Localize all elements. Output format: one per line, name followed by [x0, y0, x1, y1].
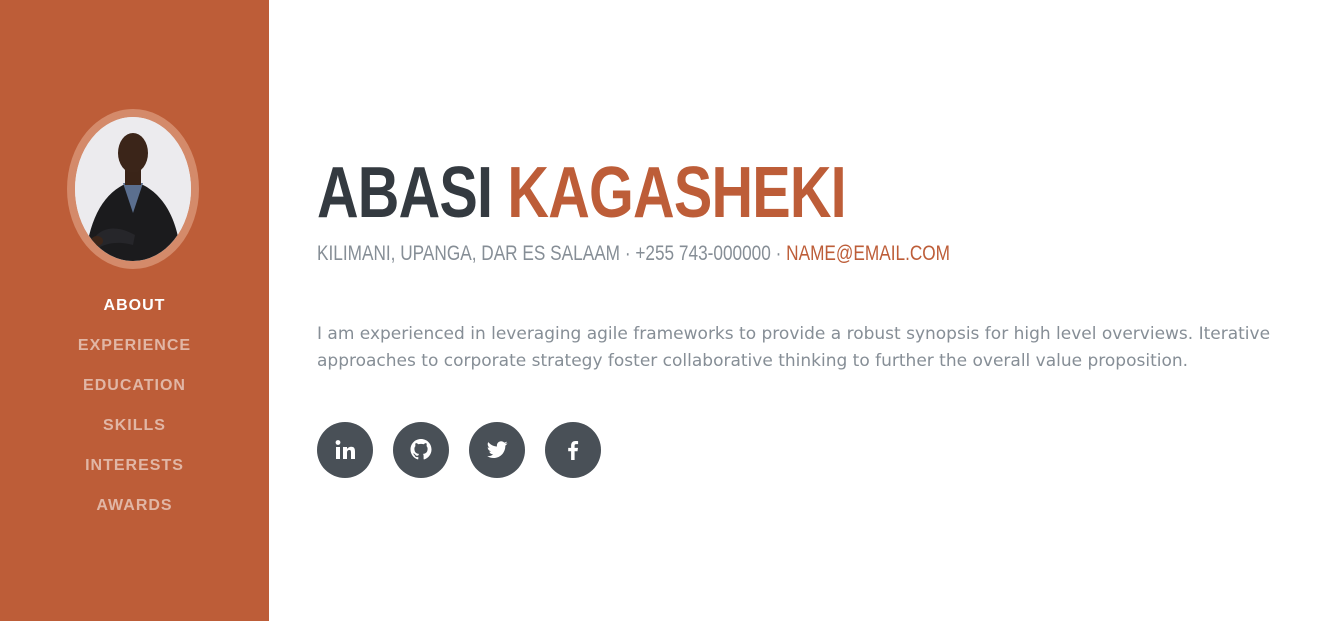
- address: KILIMANI, UPANGA, DAR ES SALAAM: [317, 242, 621, 265]
- nav-awards[interactable]: AWARDS: [96, 497, 172, 514]
- github-icon: [410, 439, 432, 460]
- facebook-button[interactable]: [545, 422, 601, 478]
- contact-line: KILIMANI, UPANGA, DAR ES SALAAM · +255 7…: [317, 241, 950, 267]
- twitter-icon: [487, 441, 508, 458]
- nav-interests[interactable]: INTERESTS: [85, 457, 184, 474]
- full-name: ABASI KAGASHEKI: [317, 150, 847, 236]
- sidebar-nav: ABOUT EXPERIENCE EDUCATION SKILLS INTERE…: [0, 292, 269, 532]
- avatar-ring: [67, 109, 199, 269]
- contact-separator: ·: [620, 242, 636, 265]
- nav-experience[interactable]: EXPERIENCE: [78, 337, 191, 354]
- bio-text: I am experienced in leveraging agile fra…: [317, 324, 1271, 371]
- first-name: ABASI: [317, 153, 493, 233]
- nav-education[interactable]: EDUCATION: [83, 377, 186, 394]
- avatar-photo: [75, 117, 191, 261]
- last-name: KAGASHEKI: [507, 153, 846, 233]
- twitter-button[interactable]: [469, 422, 525, 478]
- linkedin-button[interactable]: [317, 422, 373, 478]
- facebook-icon: [568, 441, 579, 460]
- sidebar: ABOUT EXPERIENCE EDUCATION SKILLS INTERE…: [0, 0, 269, 621]
- linkedin-icon: [335, 440, 355, 459]
- github-button[interactable]: [393, 422, 449, 478]
- email-link[interactable]: NAME@EMAIL.COM: [786, 242, 950, 265]
- nav-skills[interactable]: SKILLS: [103, 417, 166, 434]
- nav-about[interactable]: ABOUT: [104, 297, 166, 314]
- phone: +255 743-000000: [635, 242, 771, 265]
- contact-separator: ·: [770, 242, 787, 265]
- avatar: [75, 117, 191, 261]
- social-icons: [317, 422, 621, 478]
